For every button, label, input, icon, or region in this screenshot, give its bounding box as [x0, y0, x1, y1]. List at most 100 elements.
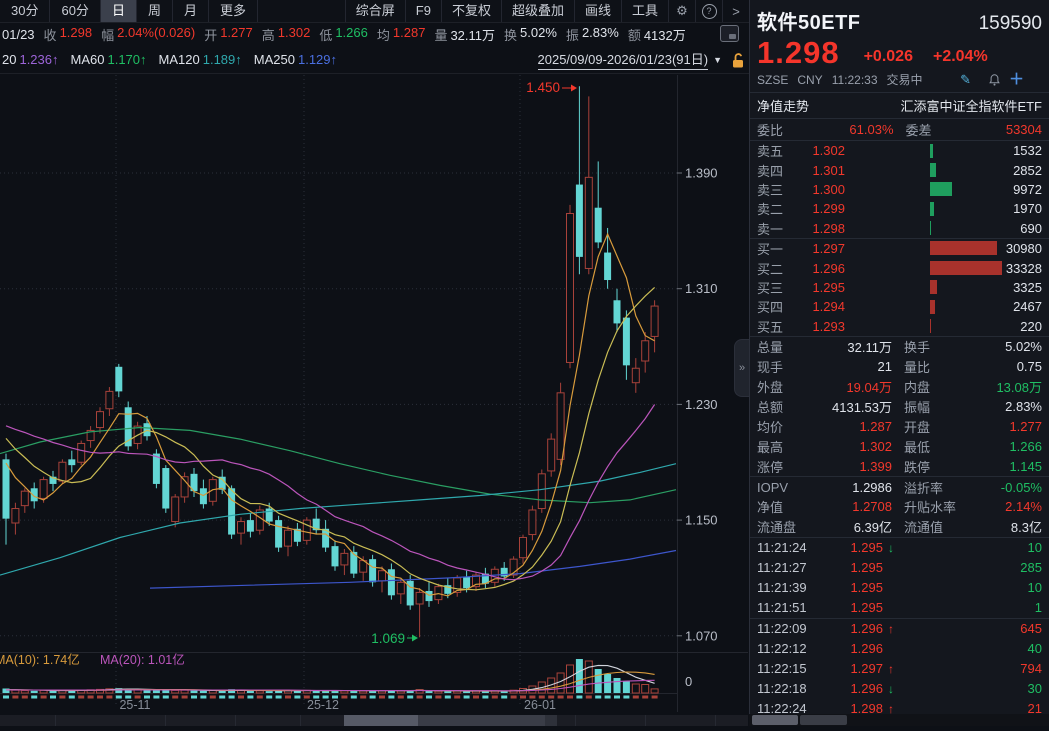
- field-value: 5.02%: [520, 25, 557, 44]
- tool-不复权[interactable]: 不复权: [441, 0, 501, 22]
- ask-row[interactable]: 卖五1.3021532: [750, 141, 1049, 160]
- tick-row: 11:21:241.295↓10: [750, 538, 1049, 558]
- order-level-label: 买四: [757, 297, 793, 316]
- panel-scrollbar-segment[interactable]: [800, 715, 847, 725]
- date-range-selector[interactable]: 2025/09/09-2026/01/23(91日): [538, 49, 709, 70]
- direction-strip-dash: [558, 696, 564, 699]
- volume-bar-down: [144, 690, 151, 693]
- caret-down-icon[interactable]: ▼: [713, 55, 722, 65]
- order-volume-bar-fill: [930, 300, 935, 314]
- tool-综合屏[interactable]: 综合屏: [345, 0, 405, 22]
- direction-strip-dash: [605, 696, 611, 699]
- weicha-label: 委差: [906, 120, 932, 139]
- tick-down-arrow-icon: ↓: [883, 541, 899, 555]
- bid-row[interactable]: 买三1.2953325: [750, 278, 1049, 297]
- tab-日[interactable]: 日: [101, 0, 137, 22]
- panel-scrollbar-thumb[interactable]: [752, 715, 798, 725]
- candle-body-down: [200, 488, 207, 504]
- stat-label: IOPV: [757, 480, 821, 495]
- bid-row[interactable]: 买一1.29730980: [750, 239, 1049, 258]
- tab-更多[interactable]: 更多: [209, 0, 258, 22]
- panel-collapse-handle[interactable]: »: [734, 339, 749, 397]
- stat-value: 1.302: [821, 439, 904, 454]
- ask-row[interactable]: 卖三1.3009972: [750, 180, 1049, 199]
- tool-画线[interactable]: 画线: [574, 0, 621, 22]
- tick-row: 11:21:271.295285: [750, 558, 1049, 578]
- stat-value: 2.83%: [972, 399, 1042, 414]
- ma-item-MA250: MA2501.129↑: [254, 52, 337, 67]
- stat-label: 总量: [757, 337, 821, 356]
- order-level-label: 买二: [757, 259, 793, 278]
- edit-pencil-icon[interactable]: ✎: [960, 72, 971, 88]
- order-price: 1.300: [793, 182, 845, 197]
- stat-row: 现手21量比0.75: [750, 357, 1049, 377]
- chevron-right-icon[interactable]: >: [722, 0, 749, 22]
- nav-trend-link[interactable]: 净值走势: [757, 96, 809, 115]
- panel-scrollbar[interactable]: [749, 714, 1049, 726]
- alert-bell-icon[interactable]: [988, 73, 1001, 87]
- volume-bar-down: [200, 691, 207, 693]
- volume-bar-up: [567, 665, 574, 693]
- tab-30分[interactable]: 30分: [0, 0, 50, 22]
- tab-月[interactable]: 月: [173, 0, 209, 22]
- quote-panel: 软件50ETF 159590 1.298 +0.026 +2.04% SZSE …: [749, 0, 1049, 726]
- tick-price: 1.295: [831, 560, 883, 575]
- quote-field-低: 低1.266: [319, 25, 368, 44]
- order-price: 1.293: [793, 319, 845, 334]
- direction-strip-dash: [388, 696, 394, 699]
- field-value: 2.83%: [582, 25, 619, 44]
- order-volume-bar: [930, 241, 1006, 255]
- ask-row[interactable]: 卖四1.3012852: [750, 160, 1049, 179]
- fund-full-name: 汇添富中证全指软件ETF: [900, 96, 1042, 115]
- bid-row[interactable]: 买四1.2942467: [750, 297, 1049, 316]
- help-icon[interactable]: ?: [695, 0, 722, 22]
- field-value: 1.298: [60, 25, 93, 44]
- candle-body-up: [397, 582, 404, 594]
- tool-F9[interactable]: F9: [405, 0, 441, 22]
- bid-row[interactable]: 买二1.29633328: [750, 258, 1049, 277]
- chart-scrollbar-thumb[interactable]: [344, 715, 418, 726]
- candle-body-up: [529, 510, 536, 535]
- order-level-label: 买一: [757, 239, 793, 258]
- tab-周[interactable]: 周: [137, 0, 173, 22]
- volume-bar-down: [191, 691, 198, 693]
- bid-row[interactable]: 买五1.293220: [750, 317, 1049, 336]
- candle-body-up: [238, 522, 245, 534]
- order-volume-bar: [930, 319, 1006, 333]
- quote-info-row: 01/23 收1.298幅2.04%(0.026)开1.277高1.302低1.…: [0, 22, 751, 46]
- candle-body-up: [303, 520, 310, 540]
- tool-工具[interactable]: 工具: [621, 0, 668, 22]
- tick-row: 11:21:511.2951: [750, 598, 1049, 618]
- candle-body-up: [78, 443, 85, 462]
- tick-volume: 645: [899, 621, 1042, 636]
- settings-gear-icon[interactable]: ⚙: [668, 0, 695, 22]
- ask-row[interactable]: 卖一1.298690: [750, 219, 1049, 238]
- tab-60分[interactable]: 60分: [50, 0, 100, 22]
- candle-body-down: [614, 300, 621, 323]
- volume-bar-down: [31, 691, 38, 693]
- weibi-label: 委比: [757, 120, 783, 139]
- tick-volume: 10: [899, 580, 1042, 595]
- mini-window-icon[interactable]: [720, 25, 739, 42]
- order-volume: 2852: [1013, 163, 1042, 178]
- stat-row: 涨停1.399跌停1.145: [750, 456, 1049, 476]
- tool-超级叠加[interactable]: 超级叠加: [501, 0, 574, 22]
- tick-price: 1.295: [831, 540, 883, 555]
- tick-row: 11:22:121.29640: [750, 639, 1049, 659]
- tick-volume: 1: [899, 600, 1042, 615]
- order-volume: 33328: [1006, 261, 1042, 276]
- direction-strip-dash: [12, 696, 18, 699]
- stat-label: 流通盘: [757, 517, 821, 536]
- ask-row[interactable]: 卖二1.2991970: [750, 199, 1049, 218]
- order-volume: 2467: [1013, 299, 1042, 314]
- tick-up-arrow-icon: ↑: [883, 622, 899, 636]
- add-plus-icon[interactable]: ＋: [1009, 73, 1024, 86]
- tick-time: 11:21:24: [757, 540, 831, 555]
- field-label: 高: [262, 25, 275, 44]
- unlock-icon[interactable]: [731, 52, 745, 68]
- candle-body-down: [463, 577, 470, 589]
- ma-value: 1.189↑: [203, 52, 242, 67]
- weicha-value: 53304: [932, 122, 1042, 137]
- candlestick-chart[interactable]: 1.3901.3101.2301.1501.070025-1125-1226-0…: [0, 75, 749, 726]
- direction-strip-dash: [3, 696, 9, 699]
